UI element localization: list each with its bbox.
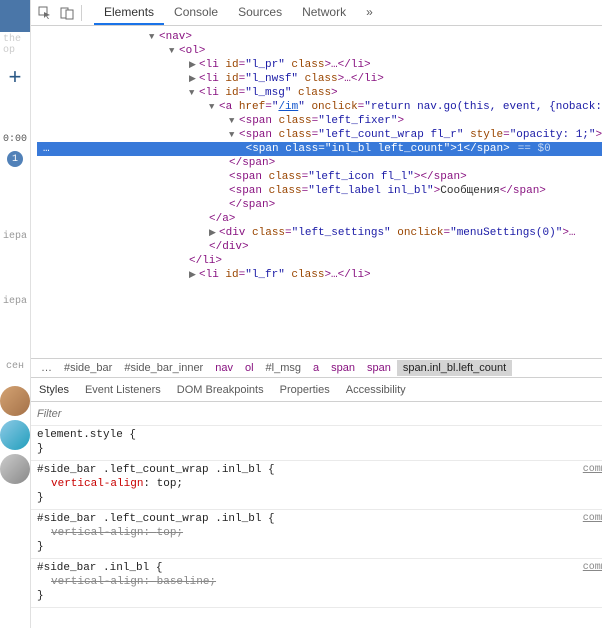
app-left-column: the op + 0:00 1 іера iера сен <box>0 0 31 628</box>
tab-network[interactable]: Network <box>292 1 356 25</box>
subtab-event-listeners[interactable]: Event Listeners <box>77 380 169 400</box>
css-rule[interactable]: common.css?48502002267:1… #side_bar .lef… <box>31 510 602 559</box>
gray-label-3: сен <box>0 361 30 372</box>
avatar[interactable] <box>0 454 30 484</box>
inspect-icon[interactable] <box>37 5 53 21</box>
crumb[interactable]: #l_msg <box>260 360 307 376</box>
selected-dom-node[interactable]: …<span class="inl_bl left_count">1</span… <box>37 142 602 156</box>
css-rule[interactable]: element.style { } <box>31 426 602 461</box>
devtools-panel: Elements Console Sources Network » 112 1… <box>31 0 602 628</box>
source-link[interactable]: common.css?48502002267:1… <box>583 561 602 575</box>
remnant-text: the op <box>0 32 30 58</box>
crumb[interactable]: #side_bar <box>58 360 118 376</box>
css-rule[interactable]: common.css?48502002267:1… #side_bar .inl… <box>31 559 602 608</box>
crumb[interactable]: a <box>307 360 325 376</box>
expand-arrow-icon[interactable]: ▼ <box>209 100 219 114</box>
expand-arrow-icon[interactable]: ▶ <box>189 58 199 72</box>
expand-arrow-icon[interactable]: ▼ <box>149 30 159 44</box>
styles-subtabs: Styles Event Listeners DOM Breakpoints P… <box>31 378 602 402</box>
avatar[interactable] <box>0 386 30 416</box>
tab-elements[interactable]: Elements <box>94 1 164 25</box>
expand-arrow-icon[interactable]: ▼ <box>189 86 199 100</box>
crumb[interactable]: #side_bar_inner <box>118 360 209 376</box>
expand-arrow-icon[interactable]: ▼ <box>229 128 239 142</box>
subtab-dom-breakpoints[interactable]: DOM Breakpoints <box>169 380 272 400</box>
vk-header-strip <box>0 0 30 32</box>
breadcrumb[interactable]: … #side_bar #side_bar_inner nav ol #l_ms… <box>31 358 602 378</box>
time-label: 0:00 <box>0 134 30 145</box>
device-toggle-icon[interactable] <box>59 5 75 21</box>
expand-arrow-icon[interactable]: ▶ <box>189 268 199 282</box>
source-link[interactable]: common.css?48502002267:1… <box>583 463 602 477</box>
crumb[interactable]: span <box>325 360 361 376</box>
gray-label-1: іера <box>0 231 30 242</box>
unread-badge[interactable]: 1 <box>7 151 23 167</box>
subtab-styles[interactable]: Styles <box>31 380 77 400</box>
css-rule[interactable]: common.css?48502002267:1… #side_bar .lef… <box>31 461 602 510</box>
devtools-tabs: Elements Console Sources Network » <box>94 1 383 25</box>
styles-filter-bar: :hov .cls + <box>31 402 602 426</box>
tab-more[interactable]: » <box>356 1 383 25</box>
expand-arrow-icon[interactable]: ▼ <box>229 114 239 128</box>
href-link[interactable]: /im <box>278 101 298 113</box>
crumb-selected[interactable]: span.inl_bl.left_count <box>397 360 512 376</box>
gray-label-2: iера <box>0 296 30 307</box>
devtools-toolbar: Elements Console Sources Network » 112 1… <box>31 0 602 26</box>
dom-tree[interactable]: ▼<nav> ▼<ol> ▶<li id="l_pr" class>…</li>… <box>31 26 602 358</box>
tab-sources[interactable]: Sources <box>228 1 292 25</box>
subtab-accessibility[interactable]: Accessibility <box>338 380 414 400</box>
subtab-properties[interactable]: Properties <box>272 380 338 400</box>
crumb-more[interactable]: … <box>35 360 58 376</box>
styles-filter-input[interactable] <box>35 406 602 422</box>
styles-lower-pane: Styles Event Listeners DOM Breakpoints P… <box>31 378 602 628</box>
source-link[interactable]: common.css?48502002267:1… <box>583 512 602 526</box>
crumb[interactable]: nav <box>209 360 239 376</box>
avatar[interactable] <box>0 420 30 450</box>
crumb[interactable]: ol <box>239 360 260 376</box>
compose-button[interactable]: + <box>0 58 30 98</box>
expand-arrow-icon[interactable]: ▶ <box>189 72 199 86</box>
expand-arrow-icon[interactable]: ▶ <box>209 226 219 240</box>
styles-pane: Styles Event Listeners DOM Breakpoints P… <box>31 378 602 628</box>
expand-arrow-icon[interactable]: ▼ <box>169 44 179 58</box>
tab-console[interactable]: Console <box>164 1 228 25</box>
crumb[interactable]: span <box>361 360 397 376</box>
css-rules-list[interactable]: element.style { } common.css?48502002267… <box>31 426 602 628</box>
